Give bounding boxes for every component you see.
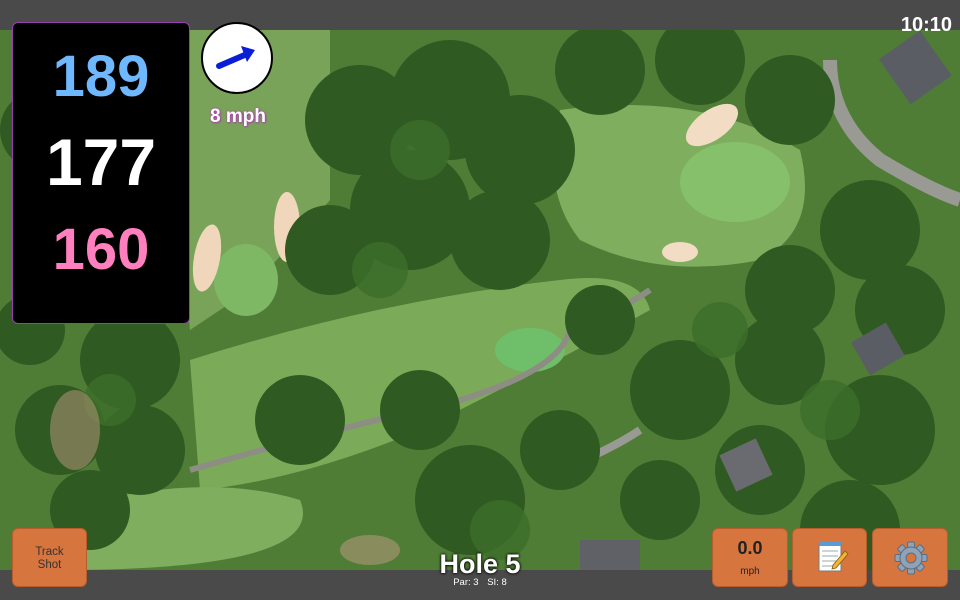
speed-unit: mph [740, 566, 760, 577]
center-yardage: 177 [45, 125, 157, 199]
speed-value: 0.0 [737, 538, 763, 558]
status-clock: 10:10 [900, 14, 952, 36]
arrow-right-icon [216, 46, 255, 69]
hole-par: Par: 3 [453, 577, 479, 588]
notepad-icon [818, 542, 849, 572]
wind-speed-label: 8 mph [210, 106, 266, 127]
wind-direction-indicator [201, 22, 273, 94]
track-shot-label-line2: Shot [37, 559, 62, 571]
gear-icon [894, 541, 928, 575]
speed-button[interactable]: 0.0 mph [712, 528, 788, 587]
hole-title: Hole 5 [439, 549, 521, 579]
hole-details: Par: 3 SI: 8 [380, 577, 580, 588]
settings-button[interactable] [872, 528, 948, 587]
track-shot-label-line1: Track [35, 546, 64, 558]
track-shot-button[interactable]: Track Shot [12, 528, 87, 587]
yardage-panel: 189 177 160 [12, 22, 190, 324]
back-yardage: 189 [52, 44, 150, 109]
scorecard-notes-button[interactable] [792, 528, 867, 587]
hole-stroke-index: SI: 8 [487, 577, 507, 588]
front-yardage: 160 [52, 217, 150, 282]
